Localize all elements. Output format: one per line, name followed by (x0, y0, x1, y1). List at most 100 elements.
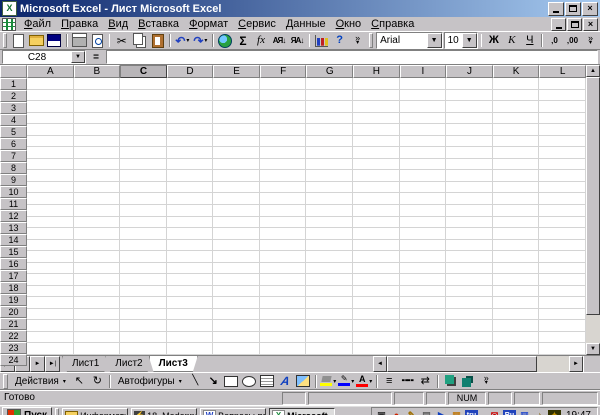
row-header-17[interactable]: 17 (0, 270, 27, 282)
cell-C16[interactable] (120, 251, 167, 263)
cell-F24[interactable] (260, 343, 307, 355)
cell-K4[interactable] (493, 113, 540, 125)
cell-B19[interactable] (74, 286, 121, 298)
cell-B5[interactable] (74, 124, 121, 136)
cell-K12[interactable] (493, 205, 540, 217)
volume-icon[interactable]: ♪ (533, 410, 546, 415)
menu-Формат[interactable]: Формат (184, 17, 233, 31)
cell-F18[interactable] (260, 274, 307, 286)
row-header-5[interactable]: 5 (0, 126, 27, 138)
cell-D5[interactable] (167, 124, 214, 136)
cell-L22[interactable] (539, 320, 586, 332)
task-18. Madonna...[interactable]: ⚡18. Madonna... (131, 408, 197, 415)
cell-D20[interactable] (167, 297, 214, 309)
cell-K7[interactable] (493, 147, 540, 159)
cell-D10[interactable] (167, 182, 214, 194)
cell-F17[interactable] (260, 263, 307, 275)
cell-K9[interactable] (493, 170, 540, 182)
cell-K18[interactable] (493, 274, 540, 286)
horizontal-scroll-thumb[interactable] (387, 356, 537, 372)
size-dropdown-icon[interactable]: ▼ (462, 33, 477, 48)
row-header-12[interactable]: 12 (0, 210, 27, 222)
cell-A17[interactable] (27, 263, 74, 275)
scroll-up-icon[interactable]: ▲ (586, 65, 600, 77)
underline-button[interactable]: Ч (521, 33, 538, 48)
cell-E9[interactable] (213, 170, 260, 182)
cell-G18[interactable] (306, 274, 353, 286)
cell-G4[interactable] (306, 113, 353, 125)
cell-C10[interactable] (120, 182, 167, 194)
cell-I12[interactable] (400, 205, 447, 217)
help-button[interactable]: ? (331, 33, 348, 48)
power-icon[interactable]: ✦ (548, 410, 561, 415)
cell-I22[interactable] (400, 320, 447, 332)
cell-H8[interactable] (353, 159, 400, 171)
cell-D9[interactable] (167, 170, 214, 182)
vertical-scroll-track[interactable] (586, 315, 600, 343)
cell-H24[interactable] (353, 343, 400, 355)
font-dropdown-icon[interactable]: ▼ (427, 33, 442, 48)
cell-B3[interactable] (74, 101, 121, 113)
cell-A14[interactable] (27, 228, 74, 240)
cell-G19[interactable] (306, 286, 353, 298)
paste-button[interactable] (149, 33, 166, 48)
cell-E19[interactable] (213, 286, 260, 298)
cell-L12[interactable] (539, 205, 586, 217)
cell-K6[interactable] (493, 136, 540, 148)
cell-H22[interactable] (353, 320, 400, 332)
cell-H9[interactable] (353, 170, 400, 182)
cell-C19[interactable] (120, 286, 167, 298)
cell-B10[interactable] (74, 182, 121, 194)
cell-C13[interactable] (120, 217, 167, 229)
cell-E22[interactable] (213, 320, 260, 332)
cell-K3[interactable] (493, 101, 540, 113)
cell-E3[interactable] (213, 101, 260, 113)
cell-I24[interactable] (400, 343, 447, 355)
sheet-tab-Лист1[interactable]: Лист1 (62, 356, 109, 372)
cell-I11[interactable] (400, 193, 447, 205)
lang-indicator[interactable]: Ru (503, 410, 516, 415)
row-header-18[interactable]: 18 (0, 282, 27, 294)
cell-C5[interactable] (120, 124, 167, 136)
more-button[interactable]: »▾ (478, 374, 495, 389)
cell-E20[interactable] (213, 297, 260, 309)
cell-I5[interactable] (400, 124, 447, 136)
row-header-7[interactable]: 7 (0, 150, 27, 162)
dropdown-icon[interactable]: ▾ (369, 378, 372, 385)
cell-F13[interactable] (260, 217, 307, 229)
tru-icon[interactable]: t̲r̲u̲ (465, 410, 478, 415)
cell-A8[interactable] (27, 159, 74, 171)
cell-F9[interactable] (260, 170, 307, 182)
cell-I18[interactable] (400, 274, 447, 286)
cell-K16[interactable] (493, 251, 540, 263)
menu-Окно[interactable]: Окно (331, 17, 367, 31)
cell-G22[interactable] (306, 320, 353, 332)
row-header-4[interactable]: 4 (0, 114, 27, 126)
cell-B14[interactable] (74, 228, 121, 240)
cell-H13[interactable] (353, 217, 400, 229)
cell-B11[interactable] (74, 193, 121, 205)
line-color-button[interactable]: ✎▾ (338, 374, 355, 389)
cell-C7[interactable] (120, 147, 167, 159)
rotate-button[interactable]: ↻ (89, 374, 106, 389)
cell-A2[interactable] (27, 90, 74, 102)
cell-H15[interactable] (353, 240, 400, 252)
copy-button[interactable] (131, 33, 148, 48)
scroll-right-icon[interactable]: ► (569, 356, 583, 372)
cell-A3[interactable] (27, 101, 74, 113)
row-header-14[interactable]: 14 (0, 234, 27, 246)
draw-menu-button[interactable]: Действия▾ (11, 374, 70, 388)
font-size-select[interactable]: 10▼ (444, 32, 478, 49)
cell-E5[interactable] (213, 124, 260, 136)
cell-F3[interactable] (260, 101, 307, 113)
row-header-3[interactable]: 3 (0, 102, 27, 114)
row-header-6[interactable]: 6 (0, 138, 27, 150)
cell-L21[interactable] (539, 309, 586, 321)
toolbar-gripper[interactable] (369, 33, 373, 48)
workbook-icon[interactable] (2, 18, 16, 31)
cell-J15[interactable] (446, 240, 493, 252)
vertical-scrollbar[interactable]: ▲ ▼ (586, 65, 600, 355)
menu-Вставка[interactable]: Вставка (133, 17, 184, 31)
row-header-2[interactable]: 2 (0, 90, 27, 102)
cell-I17[interactable] (400, 263, 447, 275)
